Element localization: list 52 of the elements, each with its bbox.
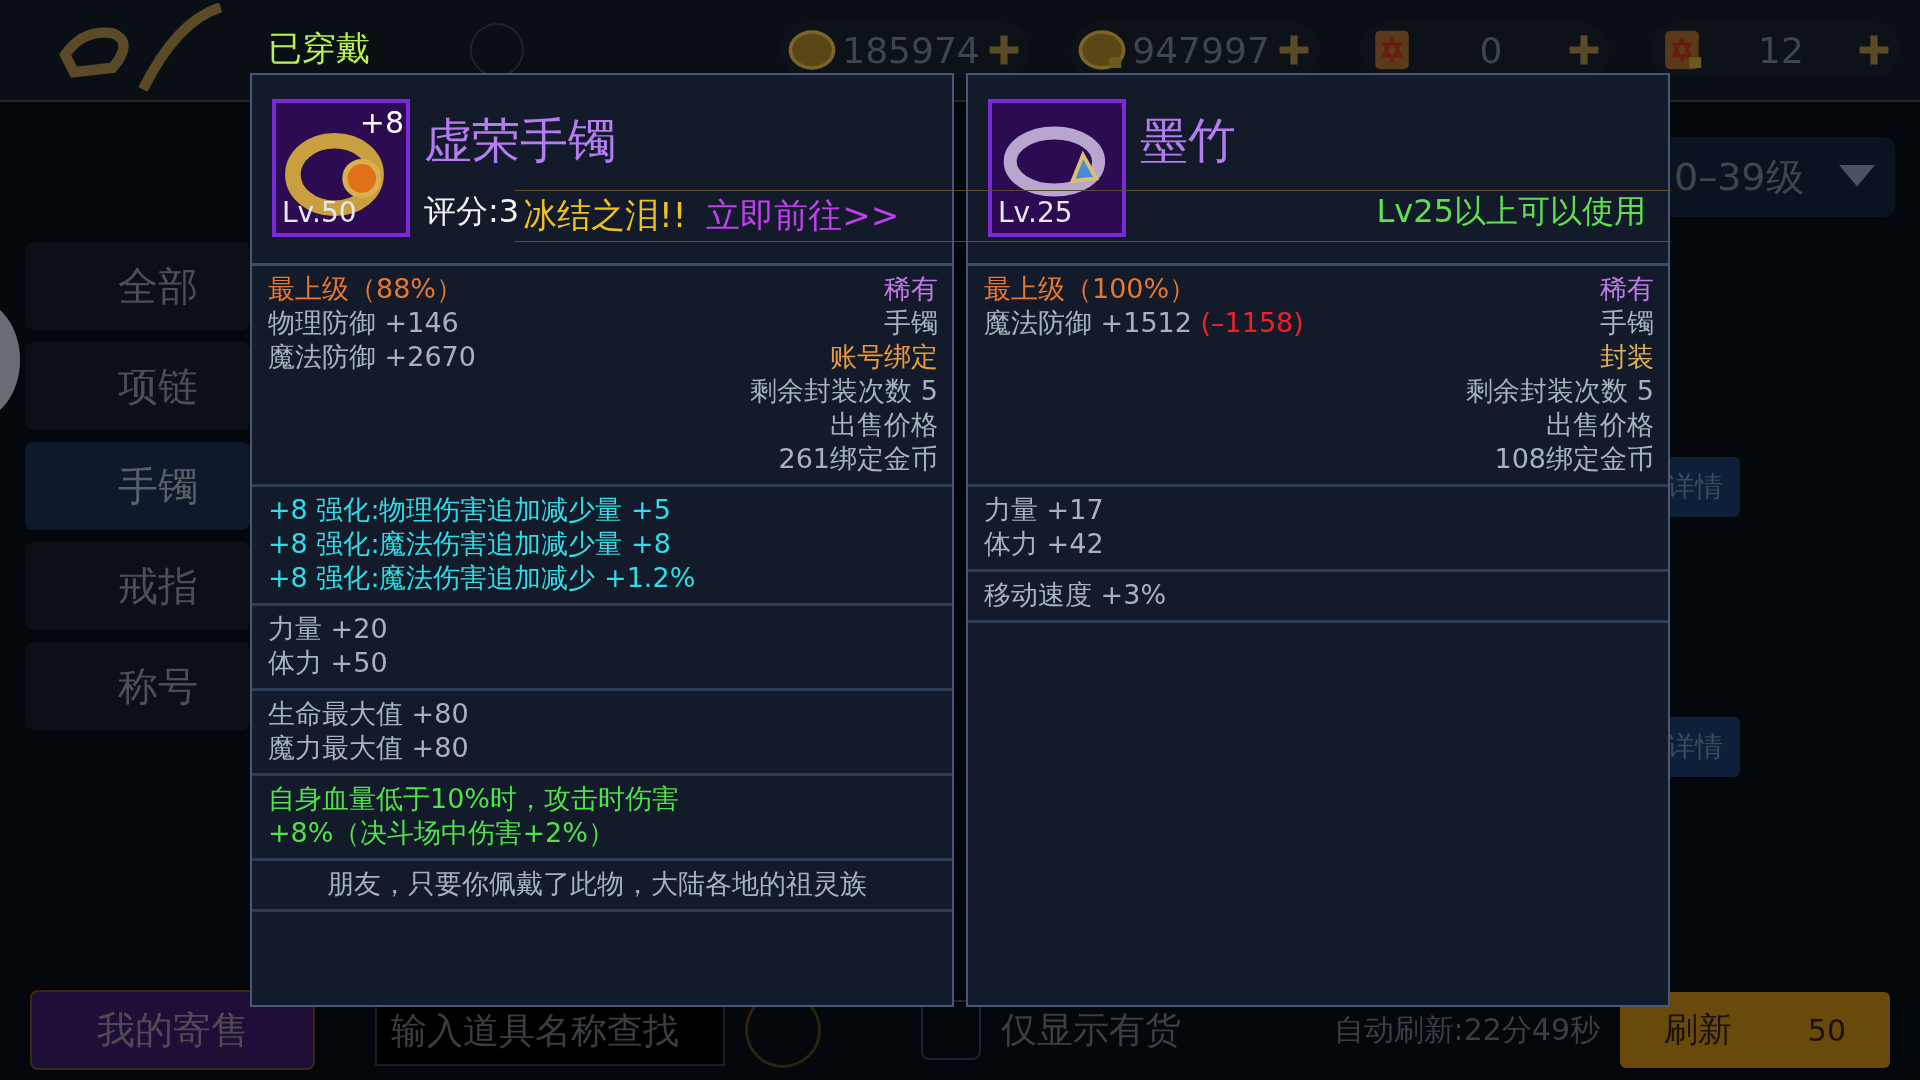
stat-text: 体力 +50 bbox=[268, 646, 388, 680]
item-name: 虚荣手镯 bbox=[424, 111, 617, 170]
item-attribute: 剩余封装次数 5 bbox=[1466, 374, 1654, 408]
stat-text: 生命最大值 +80 bbox=[268, 697, 469, 731]
item-attribute: 封装 bbox=[1600, 340, 1654, 374]
refresh-button[interactable]: 刷新 50 bbox=[1620, 992, 1890, 1068]
item-attribute: 稀有 bbox=[884, 272, 938, 306]
item-name: 墨竹 bbox=[1140, 111, 1237, 170]
stat-text: 物理防御 +146 bbox=[268, 306, 459, 340]
equipped-label: 已穿戴 bbox=[268, 27, 370, 70]
item-attribute: 手镯 bbox=[1600, 306, 1654, 340]
level-requirement: Lv25以上可以使用 bbox=[1376, 191, 1647, 232]
stat-text: 体力 +42 bbox=[984, 527, 1104, 561]
stat-text: 魔力最大值 +80 bbox=[268, 731, 469, 765]
item-attribute: 出售价格 bbox=[830, 408, 938, 442]
item-attribute: 稀有 bbox=[1600, 272, 1654, 306]
stat-text: 自身血量低于10%时，攻击时伤害 bbox=[268, 782, 679, 816]
category-tab[interactable]: 全部 bbox=[25, 242, 250, 330]
enhance-level: +8 bbox=[359, 105, 404, 140]
in-stock-label: 仅显示有货 bbox=[1001, 1007, 1181, 1052]
auto-refresh-timer: 自动刷新:22分49秒 bbox=[1333, 1010, 1600, 1049]
item-level: Lv.25 bbox=[998, 199, 1073, 227]
item-score: 评分:3 bbox=[424, 191, 520, 232]
item-attribute: 账号绑定 bbox=[830, 340, 938, 374]
category-tab[interactable]: 项链 bbox=[25, 342, 250, 430]
currency-amount: 12 bbox=[1757, 29, 1805, 71]
caret-icon bbox=[1839, 165, 1875, 189]
stat-text: +8 强化:魔法伤害追加减少量 +8 bbox=[268, 527, 671, 561]
stat-text: 魔法防御 +2670 bbox=[268, 340, 476, 374]
stat-text: 魔法防御 +1512 (–1158) bbox=[984, 306, 1304, 340]
stat-text: 力量 +17 bbox=[984, 493, 1104, 527]
item-description: 朋友，只要你佩戴了此物，大陆各地的祖灵族 bbox=[327, 867, 867, 901]
go-now-link[interactable]: 立即前往>> bbox=[706, 193, 900, 239]
my-sales-button[interactable]: 我的寄售 bbox=[30, 990, 315, 1070]
stat-text: +8%（决斗场中伤害+2%） bbox=[268, 816, 615, 850]
category-tab[interactable]: 戒指 bbox=[25, 542, 250, 630]
item-attribute: 出售价格 bbox=[1546, 408, 1654, 442]
item-attribute: 261绑定金币 bbox=[778, 442, 938, 476]
currency-amount: 185974 bbox=[841, 29, 981, 71]
category-tab[interactable]: 称号 bbox=[25, 642, 250, 730]
banner-message: 冰结之泪!! bbox=[523, 194, 687, 237]
item-attribute: 手镯 bbox=[884, 306, 938, 340]
stat-text: 最上级（88%） bbox=[268, 272, 463, 306]
stat-text: 力量 +20 bbox=[268, 612, 388, 646]
stat-text: +8 强化:物理伤害追加减少量 +5 bbox=[268, 493, 671, 527]
currency-amount: 0 bbox=[1478, 29, 1504, 71]
stat-text: 移动速度 +3% bbox=[984, 578, 1167, 612]
currency-amount: 947997 bbox=[1131, 29, 1271, 71]
category-tab[interactable]: 手镯 bbox=[25, 442, 250, 530]
stat-text: +8 强化:魔法伤害追加减少 +1.2% bbox=[268, 561, 696, 595]
item-attribute: 剩余封装次数 5 bbox=[750, 374, 938, 408]
stat-text: 最上级（100%） bbox=[984, 272, 1197, 306]
